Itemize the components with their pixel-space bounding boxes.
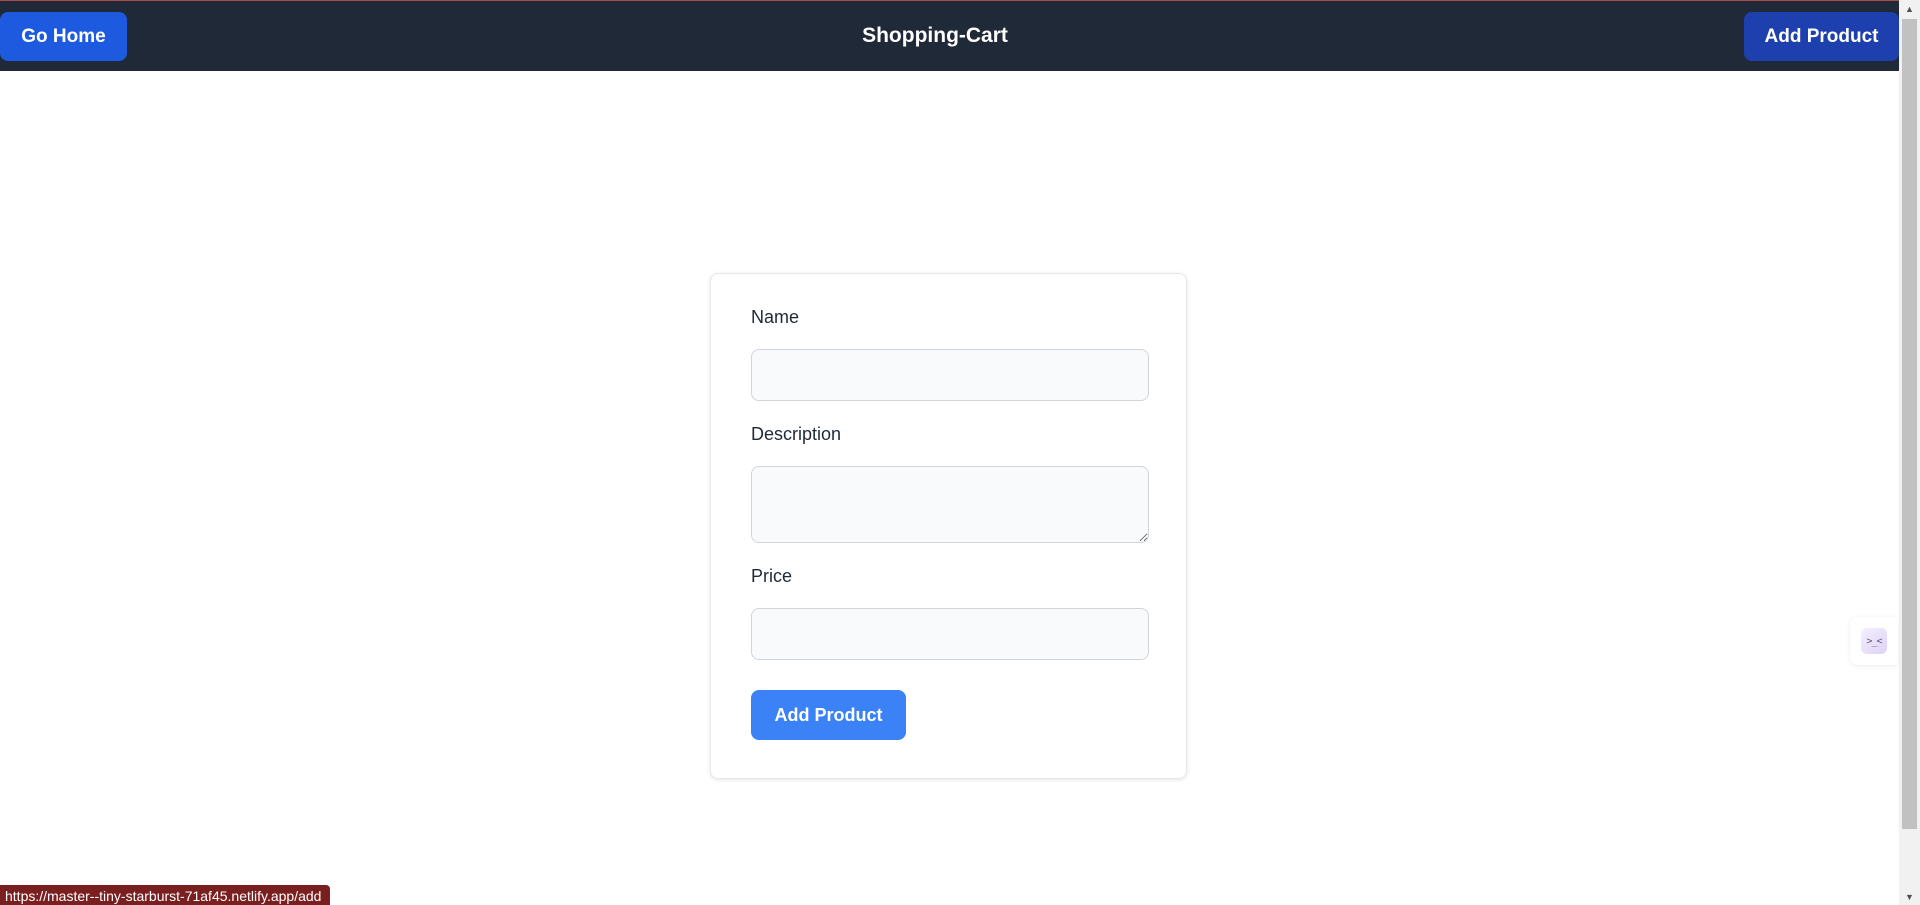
page: Go Home Add Product Shopping-Cart Name D… [0, 0, 1920, 905]
emoticon-face-icon: >_< [1861, 628, 1887, 654]
name-label: Name [751, 307, 800, 327]
description-label: Description [751, 424, 842, 444]
vertical-scrollbar[interactable]: ▲ ▼ [1899, 0, 1920, 905]
floating-widget-button[interactable]: >_< [1850, 617, 1898, 665]
status-bar-url: https://master--tiny-starburst-71af45.ne… [0, 885, 331, 905]
description-textarea[interactable] [751, 466, 1149, 543]
add-product-nav-button[interactable]: Add Product [1744, 12, 1899, 61]
add-product-submit-button[interactable]: Add Product [751, 690, 906, 740]
price-input[interactable] [751, 608, 1149, 660]
price-label: Price [751, 566, 793, 586]
navbar: Go Home Add Product [0, 1, 1899, 71]
name-input[interactable] [751, 349, 1149, 401]
scroll-up-arrow-icon[interactable]: ▲ [1899, 0, 1920, 17]
scroll-down-arrow-icon[interactable]: ▼ [1899, 888, 1920, 905]
add-product-form-card: Name Description Price Add Product [710, 273, 1187, 779]
scrollbar-thumb[interactable] [1902, 19, 1917, 829]
go-home-button[interactable]: Go Home [0, 12, 127, 61]
